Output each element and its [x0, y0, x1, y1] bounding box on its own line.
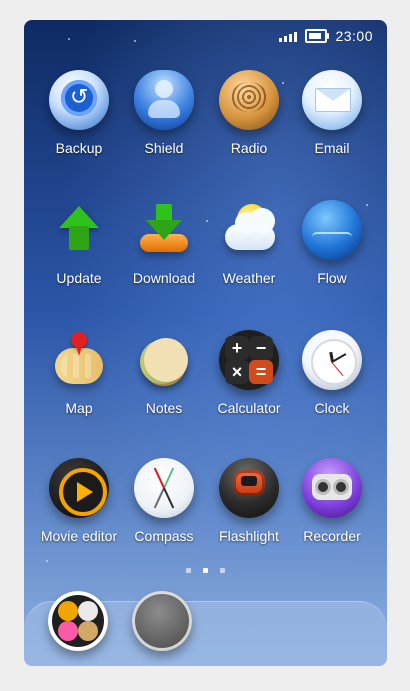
app-label: Shield: [144, 140, 184, 156]
app-notes[interactable]: Notes: [119, 330, 209, 430]
app-label: Backup: [55, 140, 103, 156]
status-bar: 23:00: [279, 28, 373, 44]
app-weather[interactable]: Weather: [204, 200, 294, 300]
app-label: Weather: [222, 270, 276, 286]
app-label: Map: [65, 400, 93, 416]
app-label: Notes: [145, 400, 183, 416]
map-pin-icon: [71, 332, 87, 356]
app-update[interactable]: Update: [34, 200, 124, 300]
map-icon: [49, 330, 109, 390]
app-backup[interactable]: Backup: [34, 70, 124, 170]
notes-icon: [134, 330, 194, 390]
calculator-icon: + − × =: [219, 330, 279, 390]
mini-app-icon: [58, 621, 78, 641]
compass-icon: [134, 458, 194, 518]
app-download[interactable]: Download: [119, 200, 209, 300]
app-clock[interactable]: Clock: [287, 330, 377, 430]
status-time: 23:00: [335, 28, 373, 44]
app-email[interactable]: Email: [287, 70, 377, 170]
app-recorder[interactable]: Recorder: [287, 458, 377, 558]
app-label: Clock: [314, 400, 350, 416]
download-icon: [134, 200, 194, 260]
mini-app-icon: [58, 601, 78, 621]
folder-icon[interactable]: [48, 591, 108, 651]
empty-slot-icon[interactable]: [132, 591, 192, 651]
weather-icon: [219, 200, 279, 260]
page-dot[interactable]: [186, 568, 191, 573]
movie-editor-icon: [49, 458, 109, 518]
app-label: Email: [314, 140, 350, 156]
mini-app-icon: [78, 601, 98, 621]
signal-bars-icon: [279, 30, 298, 42]
app-label: Update: [56, 270, 102, 286]
app-shield[interactable]: Shield: [119, 70, 209, 170]
app-label: Calculator: [217, 400, 281, 416]
page-indicator: [24, 568, 387, 576]
app-movie-editor[interactable]: Movie editor: [34, 458, 124, 558]
app-calculator[interactable]: + − × = Calculator: [204, 330, 294, 430]
recorder-icon: [302, 458, 362, 518]
app-label: Movie editor: [40, 528, 118, 544]
shield-icon: [134, 70, 194, 130]
app-label: Flow: [317, 270, 347, 286]
mini-app-icon: [78, 621, 98, 641]
app-label: Compass: [134, 528, 194, 544]
app-map[interactable]: Map: [34, 330, 124, 430]
app-flashlight[interactable]: Flashlight: [204, 458, 294, 558]
page-dot[interactable]: [220, 568, 225, 573]
app-label: Radio: [230, 140, 268, 156]
battery-icon: [305, 29, 330, 43]
dock: [24, 591, 387, 666]
app-label: Flashlight: [219, 528, 279, 544]
star-decoration: [68, 38, 70, 40]
email-icon: [302, 70, 362, 130]
backup-icon: [49, 70, 109, 130]
flashlight-icon: [219, 458, 279, 518]
star-decoration: [46, 560, 48, 562]
update-arrow-icon: [49, 200, 109, 260]
app-label: Download: [132, 270, 196, 286]
star-decoration: [134, 40, 136, 42]
clock-icon: [302, 330, 362, 390]
app-radio[interactable]: Radio: [204, 70, 294, 170]
app-label: Recorder: [303, 528, 361, 544]
phone-screen: 23:00 Backup Shield Radio Email Update: [24, 20, 387, 666]
app-compass[interactable]: Compass: [119, 458, 209, 558]
radio-icon: [219, 70, 279, 130]
app-flow[interactable]: Flow: [287, 200, 377, 300]
flow-icon: [302, 200, 362, 260]
page-dot-active[interactable]: [203, 568, 208, 573]
